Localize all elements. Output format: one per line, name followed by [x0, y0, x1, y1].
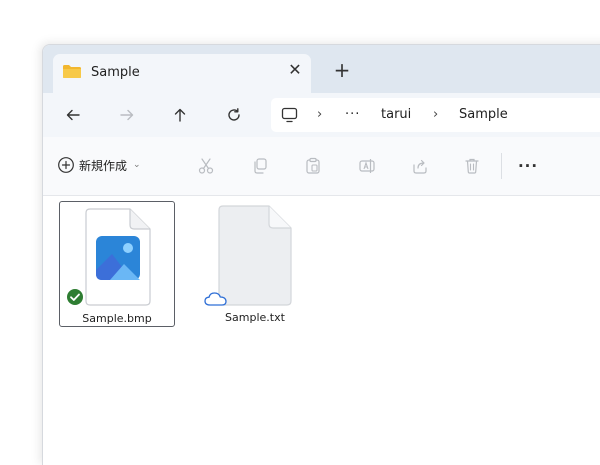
copy-icon[interactable] [247, 153, 273, 179]
delete-icon[interactable] [459, 153, 485, 179]
file-list: Sample.bmp Sample.txt [43, 196, 600, 465]
arrow-right-icon [120, 109, 134, 121]
chevron-down-icon: ⌄ [133, 160, 141, 170]
file-explorer-window: Sample ✕ + › ··· tarui › Sample 新規作成 ⌄ ·… [42, 44, 600, 465]
breadcrumb-separator[interactable]: › [317, 106, 322, 124]
tab-bar: Sample ✕ + [43, 45, 600, 94]
back-button[interactable] [59, 102, 87, 128]
breadcrumb-overflow[interactable]: ··· [345, 106, 360, 124]
toolbar-divider [501, 153, 502, 179]
folder-icon [62, 64, 82, 79]
address-bar[interactable]: › ··· tarui › Sample [271, 98, 600, 132]
new-button-label: 新規作成 [79, 158, 128, 173]
new-tab-button[interactable]: + [331, 60, 353, 82]
image-file-icon [85, 208, 151, 306]
plus-circle-icon [58, 157, 74, 173]
file-item-sample-txt[interactable]: Sample.txt [197, 201, 313, 327]
close-icon[interactable]: ✕ [286, 61, 304, 79]
refresh-button[interactable] [220, 102, 248, 128]
refresh-icon [228, 108, 240, 121]
file-name: Sample.txt [225, 311, 285, 324]
breadcrumb-item-tarui[interactable]: tarui [381, 106, 411, 124]
new-button[interactable]: 新規作成 ⌄ [57, 153, 141, 177]
arrow-up-icon [174, 108, 186, 122]
cut-icon[interactable] [193, 153, 219, 179]
synced-check-icon [67, 289, 83, 305]
more-options-button[interactable]: ··· [515, 153, 541, 179]
file-name: Sample.bmp [82, 312, 152, 325]
command-bar: 新規作成 ⌄ ··· [43, 137, 600, 196]
rename-icon[interactable] [354, 153, 380, 179]
tab-title: Sample [91, 65, 140, 80]
share-icon[interactable] [407, 153, 433, 179]
up-button[interactable] [166, 102, 194, 128]
breadcrumb-separator[interactable]: › [433, 106, 438, 124]
breadcrumb-item-sample[interactable]: Sample [459, 106, 508, 124]
forward-button[interactable] [113, 102, 141, 128]
monitor-icon[interactable] [281, 107, 298, 127]
file-item-sample-bmp[interactable]: Sample.bmp [59, 201, 175, 327]
paste-icon[interactable] [300, 153, 326, 179]
navigation-bar: › ··· tarui › Sample [43, 93, 600, 137]
arrow-left-icon [66, 109, 80, 121]
tab-sample[interactable]: Sample ✕ [53, 54, 311, 94]
cloud-icon [204, 292, 227, 306]
